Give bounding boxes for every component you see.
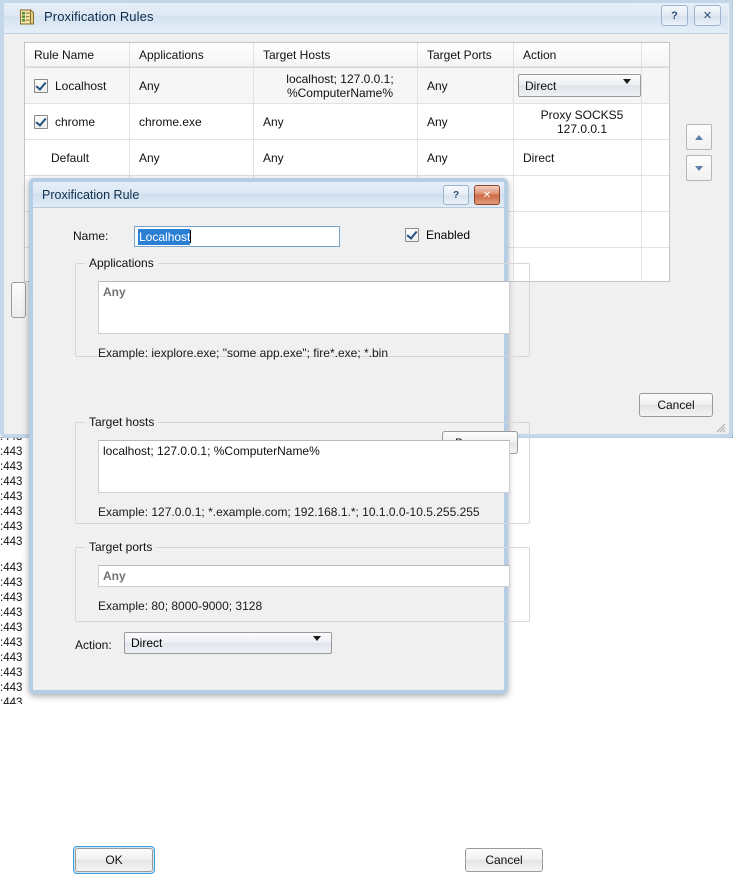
enabled-checkbox-row[interactable]: Enabled	[405, 228, 470, 242]
cell-target-ports[interactable]: Any	[418, 140, 514, 176]
cell-action[interactable]: Direct	[514, 68, 642, 104]
cell-empty	[514, 176, 642, 212]
cell-empty	[514, 248, 642, 282]
window-title: Proxification Rules	[44, 9, 154, 24]
column-header-rule-name[interactable]: Rule Name	[25, 43, 130, 67]
cell-empty	[514, 212, 642, 248]
move-down-button[interactable]	[686, 155, 712, 181]
name-input[interactable]: Localhost	[134, 226, 340, 247]
applications-legend: Applications	[85, 256, 158, 270]
cell-spacer	[642, 68, 669, 104]
main-titlebar: Proxification Rules ? ✕	[4, 0, 728, 34]
cell-rule-name[interactable]: Default	[25, 140, 130, 176]
action-select-value: Direct	[131, 636, 162, 650]
dialog-body: Name: Localhost Enabled Applications Any…	[33, 207, 504, 690]
action-select[interactable]: Direct	[124, 632, 332, 654]
target-hosts-legend: Target hosts	[85, 415, 158, 429]
close-icon[interactable]: ✕	[694, 5, 721, 26]
table-row[interactable]: Default Any Any Any Direct	[25, 140, 669, 176]
column-header-target-ports[interactable]: Target Ports	[418, 43, 514, 67]
cell-spacer	[642, 140, 669, 176]
column-header-spacer	[642, 43, 669, 67]
cell-action[interactable]: Direct	[514, 140, 642, 176]
dialog-titlebar: Proxification Rule ? ✕	[33, 182, 504, 208]
target-hosts-textarea[interactable]: localhost; 127.0.0.1; %ComputerName%	[98, 440, 510, 493]
column-header-action[interactable]: Action	[514, 43, 642, 67]
cell-applications[interactable]: chrome.exe	[130, 104, 254, 140]
action-line-2: 127.0.0.1	[557, 122, 607, 136]
triangle-down-icon	[695, 166, 703, 171]
main-caption-buttons: ? ✕	[661, 5, 721, 26]
triangle-up-icon	[695, 135, 703, 140]
applications-group: Applications Any Example: iexplore.exe; …	[75, 256, 530, 357]
dialog-caption-buttons: ? ✕	[443, 185, 500, 205]
target-hosts-value: localhost; 127.0.0.1; %ComputerName%	[103, 444, 320, 458]
row-enabled-checkbox[interactable]	[34, 79, 48, 93]
chevron-down-icon	[623, 84, 631, 98]
applications-example: Example: iexplore.exe; "some app.exe"; f…	[98, 346, 388, 360]
cell-applications[interactable]: Any	[130, 140, 254, 176]
chevron-down-icon	[313, 641, 321, 655]
cell-rule-name[interactable]: Localhost	[25, 68, 130, 104]
row-enabled-checkbox[interactable]	[34, 115, 48, 129]
cell-rule-name[interactable]: chrome	[25, 104, 130, 140]
target-ports-legend: Target ports	[85, 540, 156, 554]
cell-empty	[642, 176, 669, 212]
rule-name-text: Localhost	[55, 79, 106, 93]
cell-empty	[642, 212, 669, 248]
name-row: Name: Localhost Enabled	[43, 226, 503, 248]
cell-target-hosts[interactable]: localhost; 127.0.0.1; %ComputerName%	[254, 68, 418, 104]
applications-value: Any	[103, 285, 126, 299]
column-header-target-hosts[interactable]: Target Hosts	[254, 43, 418, 67]
cell-target-hosts[interactable]: Any	[254, 104, 418, 140]
main-cancel-button[interactable]: Cancel	[639, 393, 713, 417]
target-ports-value: Any	[103, 569, 126, 583]
cell-target-ports[interactable]: Any	[418, 68, 514, 104]
name-input-value: Localhost	[138, 229, 190, 245]
dialog-close-icon[interactable]: ✕	[474, 185, 500, 205]
applications-textarea[interactable]: Any	[98, 281, 510, 334]
help-button[interactable]: ?	[661, 5, 688, 26]
cell-target-hosts[interactable]: Any	[254, 140, 418, 176]
rules-document-icon	[18, 8, 36, 26]
reorder-buttons	[686, 124, 712, 186]
cell-target-ports[interactable]: Any	[418, 104, 514, 140]
table-row[interactable]: chrome chrome.exe Any Any Proxy SOCKS5 1…	[25, 104, 669, 140]
cell-spacer	[642, 104, 669, 140]
target-ports-example: Example: 80; 8000-9000; 3128	[98, 599, 262, 613]
enabled-label: Enabled	[426, 228, 470, 242]
text-caret	[190, 230, 191, 243]
enabled-checkbox[interactable]	[405, 228, 419, 242]
proxification-rule-dialog: Proxification Rule ? ✕ Name: Localhost E…	[29, 178, 508, 694]
target-hosts-example: Example: 127.0.0.1; *.example.com; 192.1…	[98, 505, 480, 519]
name-label: Name:	[73, 229, 108, 243]
cell-action[interactable]: Proxy SOCKS5 127.0.0.1	[514, 104, 642, 140]
cell-applications[interactable]: Any	[130, 68, 254, 104]
dialog-cancel-button[interactable]: Cancel	[465, 848, 543, 872]
target-hosts-line-2: %ComputerName%	[287, 86, 393, 100]
move-up-button[interactable]	[686, 124, 712, 150]
dialog-help-button[interactable]: ?	[443, 185, 469, 205]
log-entry[interactable]: :443	[0, 696, 46, 704]
column-header-applications[interactable]: Applications	[130, 43, 254, 67]
action-dropdown[interactable]: Direct	[518, 74, 641, 97]
action-dropdown-value: Direct	[525, 79, 556, 93]
cell-empty	[642, 248, 669, 282]
resize-grip[interactable]	[714, 421, 726, 433]
table-row[interactable]: Localhost Any localhost; 127.0.0.1; %Com…	[25, 68, 669, 104]
dialog-title: Proxification Rule	[42, 188, 139, 202]
target-ports-group: Target ports Any Example: 80; 8000-9000;…	[75, 540, 530, 622]
target-ports-input[interactable]: Any	[98, 565, 510, 587]
table-header-row: Rule Name Applications Target Hosts Targ…	[25, 43, 669, 68]
target-hosts-group: Target hosts localhost; 127.0.0.1; %Comp…	[75, 415, 530, 524]
action-line-1: Proxy SOCKS5	[541, 108, 624, 122]
action-label: Action:	[75, 638, 112, 652]
target-hosts-line-1: localhost; 127.0.0.1;	[286, 72, 393, 86]
ok-button[interactable]: OK	[75, 848, 153, 872]
rule-name-text: chrome	[55, 115, 95, 129]
background-button-sliver[interactable]	[11, 282, 26, 318]
